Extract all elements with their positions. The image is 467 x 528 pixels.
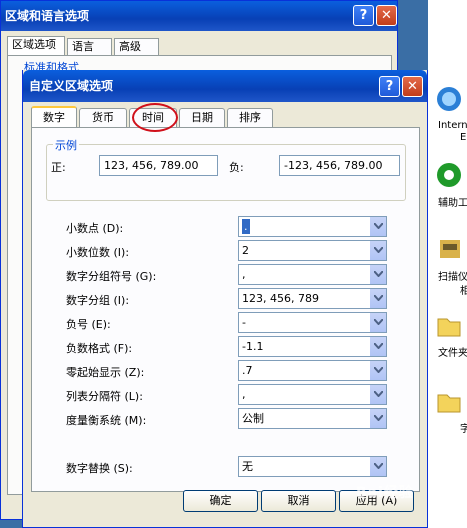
digit-substitution-label: 数字替换 (S): (66, 462, 133, 475)
chevron-down-icon[interactable] (369, 241, 386, 260)
desktop-icon-label: Interne (438, 120, 467, 131)
tab-date[interactable]: 日期 (179, 108, 225, 127)
chevron-down-icon[interactable] (369, 289, 386, 308)
tab-regional-options[interactable]: 区域选项 (7, 36, 65, 57)
positive-sample-field: 123, 456, 789.00 (99, 155, 218, 176)
negative-sign-combo[interactable]: - (238, 312, 387, 333)
measurement-system-label: 度量衡系统 (M): (66, 414, 147, 427)
leading-zeros-value: .7 (242, 364, 253, 377)
chevron-down-icon[interactable] (369, 361, 386, 380)
digit-grouping-symbol-combo[interactable]: , (238, 264, 387, 285)
scanner-camera-icon[interactable] (434, 234, 464, 264)
decimal-digits-label: 小数位数 (I): (66, 246, 130, 259)
decimal-symbol-value: . (242, 219, 250, 234)
digit-grouping-symbol-value: , (242, 268, 246, 281)
desktop-icon-label: 辅助工 (438, 198, 467, 209)
chevron-down-icon[interactable] (369, 265, 386, 284)
negative-number-format-value: -1.1 (242, 340, 264, 353)
digit-grouping-label: 数字分组 (I): (66, 294, 130, 307)
list-separator-label: 列表分隔符 (L): (66, 390, 143, 403)
close-button[interactable]: ✕ (402, 76, 423, 97)
chevron-down-icon[interactable] (369, 409, 386, 428)
tab-advanced[interactable]: 高级 (114, 38, 159, 56)
desktop-area (428, 0, 467, 528)
chevron-down-icon[interactable] (369, 337, 386, 356)
close-button[interactable]: ✕ (376, 5, 397, 26)
digit-substitution-combo[interactable]: 无 (238, 456, 387, 477)
chevron-down-icon[interactable] (369, 457, 386, 476)
desktop-icon-label: 扫描仪 (438, 272, 467, 283)
chevron-down-icon[interactable] (369, 385, 386, 404)
decimal-symbol-combo[interactable]: . (238, 216, 387, 237)
dialog-titlebar[interactable]: 自定义区域选项 ? ✕ (23, 70, 427, 102)
cancel-button[interactable]: 取消 (261, 490, 336, 512)
watermark: Bai经验 (356, 485, 414, 501)
negative-sign-value: - (242, 316, 246, 329)
desktop-icon-label: 相 (460, 286, 467, 297)
leading-zeros-combo[interactable]: .7 (238, 360, 387, 381)
list-separator-value: , (242, 388, 246, 401)
negative-number-format-label: 负数格式 (F): (66, 342, 133, 355)
desktop-icon-label: E (460, 132, 467, 143)
tab-languages[interactable]: 语言 (67, 38, 112, 56)
negative-sign-label: 负号 (E): (66, 318, 111, 331)
digit-grouping-combo[interactable]: 123, 456, 789 (238, 288, 387, 309)
tab-numbers[interactable]: 数字 (31, 106, 77, 128)
back-window-title: 区域和语言选项 (5, 9, 90, 23)
dialog-title: 自定义区域选项 (29, 79, 114, 93)
tab-currency[interactable]: 货币 (79, 108, 127, 127)
decimal-digits-combo[interactable]: 2 (238, 240, 387, 261)
measurement-system-value: 公制 (242, 412, 264, 425)
list-separator-combo[interactable]: , (238, 384, 387, 405)
negative-label: 负: (229, 161, 244, 174)
desktop-icon-label: 文件夹 (438, 348, 467, 359)
desktop-icon-label: 字 (460, 424, 467, 435)
digit-substitution-value: 无 (242, 460, 253, 473)
negative-sample-field: -123, 456, 789.00 (279, 155, 400, 176)
ok-button[interactable]: 确定 (183, 490, 258, 512)
chevron-down-icon[interactable] (369, 313, 386, 332)
leading-zeros-label: 零起始显示 (Z): (66, 366, 145, 379)
internet-explorer-icon[interactable] (434, 84, 464, 114)
highlight-circle-annotation (132, 103, 178, 132)
decimal-digits-value: 2 (242, 244, 249, 257)
accessibility-icon[interactable] (434, 160, 464, 190)
sample-group-title: 示例 (53, 137, 79, 153)
folder-icon[interactable] (434, 310, 464, 340)
measurement-system-combo[interactable]: 公制 (238, 408, 387, 429)
sample-group: 示例 正: 123, 456, 789.00 负: -123, 456, 789… (46, 137, 406, 201)
help-button[interactable]: ? (353, 5, 374, 26)
digit-grouping-value: 123, 456, 789 (242, 292, 319, 305)
negative-number-format-combo[interactable]: -1.1 (238, 336, 387, 357)
chevron-down-icon[interactable] (369, 217, 386, 236)
help-button[interactable]: ? (379, 76, 400, 97)
numbers-panel: 示例 正: 123, 456, 789.00 负: -123, 456, 789… (31, 127, 420, 492)
tab-sort[interactable]: 排序 (227, 108, 273, 127)
customize-regional-options-dialog: 自定义区域选项 ? ✕ 数字 货币 时间 日期 排序 示例 正: 123, 45… (22, 70, 428, 528)
back-window-titlebar[interactable]: 区域和语言选项 ? ✕ (1, 1, 397, 31)
decimal-symbol-label: 小数点 (D): (66, 222, 124, 235)
positive-label: 正: (51, 161, 66, 174)
folder-icon[interactable] (434, 386, 464, 416)
digit-grouping-symbol-label: 数字分组符号 (G): (66, 270, 157, 283)
